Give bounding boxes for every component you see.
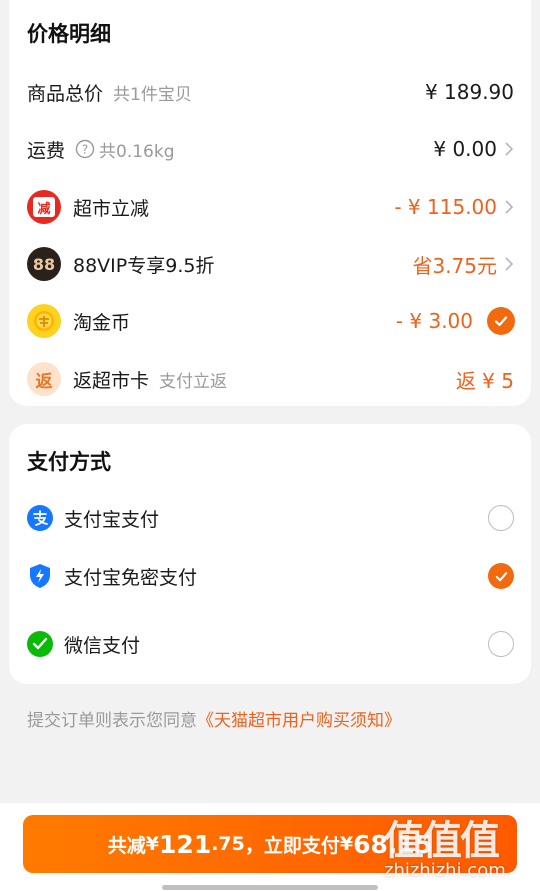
saved-decimal: .75 [211, 833, 245, 855]
check-icon [494, 316, 508, 327]
return-card-sub: 支付立返 [159, 371, 228, 392]
question-icon[interactable]: ? [75, 139, 95, 159]
gold-coin-icon [27, 304, 61, 338]
agreement-prefix: 提交订单则表示您同意 [27, 711, 197, 731]
vip-saving-value: 省3.75元 [412, 253, 497, 278]
supermarket-discount-row[interactable]: 减 超市立减 - ¥ 115.00 [9, 187, 531, 227]
wechat-pay-icon [27, 631, 53, 657]
discount-badge-icon: 减 [27, 190, 61, 224]
return-card-value: 返 ¥ 5 [455, 368, 514, 393]
return-badge-icon: 返 [27, 362, 61, 396]
payment-option-wechat[interactable]: 微信支付 [9, 624, 531, 664]
taojinbi-value: - ¥ 3.00 [395, 309, 473, 333]
payment-label: 支付宝免密支付 [64, 566, 198, 589]
price-detail-card: 价格明细 商品总价 共1件宝贝 ¥ 189.90 运费 ? 共0.16kg ¥ … [9, 0, 531, 406]
payment-option-alipay-nopwd[interactable]: 支付宝免密支付 [9, 556, 531, 596]
saved-prefix: 共减 [107, 834, 146, 857]
taojinbi-row[interactable]: 淘金币 - ¥ 3.00 [9, 301, 531, 341]
shipping-weight: 共0.16kg [99, 141, 175, 162]
watermark: 值值值 zhizhizhi.com [384, 802, 534, 888]
radio-button[interactable] [488, 505, 514, 531]
price-detail-title: 价格明细 [27, 22, 111, 46]
svg-text:?: ? [82, 143, 88, 157]
saved-currency: ¥ [145, 833, 160, 855]
vip-discount-row[interactable]: 88 88VIP专享9.5折 省3.75元 [9, 244, 531, 284]
shipping-label: 运费 [27, 139, 66, 162]
watermark-url: zhizhizhi.com [384, 860, 506, 881]
agreement-text: 提交订单则表示您同意《天猫超市用户购买须知》 [27, 706, 401, 731]
vip-discount-label: 88VIP专享9.5折 [73, 254, 215, 277]
pay-middle-text: ，立即支付 [244, 834, 340, 857]
goods-total-value: ¥ 189.90 [424, 80, 514, 104]
return-card-row: 返 返超市卡 支付立返 返 ¥ 5 [9, 359, 531, 399]
chevron-right-icon [505, 142, 514, 156]
saved-amount: 121 [159, 829, 212, 859]
alipay-icon [27, 505, 53, 531]
radio-button-selected[interactable] [488, 563, 514, 589]
payment-label: 微信支付 [64, 634, 141, 657]
goods-total-label: 商品总价 [27, 82, 104, 105]
payment-method-card: 支付方式 支付宝支付 支付宝免密支付 微信支付 [9, 424, 531, 684]
goods-total-row: 商品总价 共1件宝贝 ¥ 189.90 [9, 72, 531, 112]
taojinbi-label: 淘金币 [73, 311, 131, 334]
taojinbi-checkbox[interactable] [487, 307, 515, 335]
watermark-logo: 值值值 [384, 818, 500, 864]
radio-button[interactable] [488, 631, 514, 657]
supermarket-discount-label: 超市立减 [73, 197, 150, 220]
shipping-value: ¥ 0.00 [433, 137, 497, 161]
chevron-right-icon [505, 200, 514, 214]
return-card-label: 返超市卡 [73, 369, 150, 392]
payment-method-title: 支付方式 [27, 450, 111, 474]
goods-count: 共1件宝贝 [113, 84, 192, 105]
payment-label: 支付宝支付 [64, 508, 160, 531]
pay-currency: ¥ [339, 833, 354, 855]
check-icon [495, 571, 507, 581]
payment-option-alipay[interactable]: 支付宝支付 [9, 498, 531, 538]
alipay-shield-icon [30, 564, 50, 588]
shipping-row[interactable]: 运费 ? 共0.16kg ¥ 0.00 [9, 129, 531, 169]
chevron-right-icon [505, 257, 514, 271]
supermarket-discount-value: - ¥ 115.00 [394, 195, 497, 219]
agreement-link[interactable]: 《天猫超市用户购买须知》 [197, 711, 401, 731]
vip-88-icon: 88 [27, 247, 61, 281]
home-indicator [162, 885, 378, 890]
